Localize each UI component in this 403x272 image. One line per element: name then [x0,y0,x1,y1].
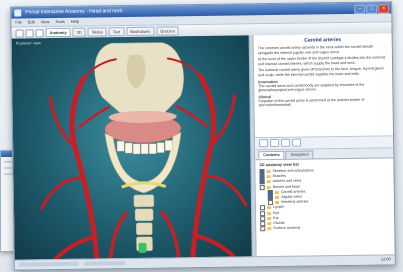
window-controls: – □ × [354,4,390,14]
menu-tools[interactable]: Tools [55,18,64,26]
status-segment [18,261,79,267]
status-clock: 12:00 [380,256,391,262]
tab-illustrations[interactable]: Illustrations [125,26,155,37]
window-title: Primal Interactive Anatomy - Head and ne… [25,8,123,16]
description-paragraph: The external carotid artery gives off br… [258,66,384,78]
description-paragraph: The common carotid artery ascends in the… [257,44,374,55]
app-window: Primal Interactive Anatomy - Head and ne… [10,1,396,271]
tree-title: 3D anatomy view list [259,161,299,168]
tree-item-label: Surface anatomy [273,225,301,231]
copy-icon[interactable] [292,138,302,147]
tab-navigation[interactable]: Navigation [285,150,314,159]
thyroid-gland [138,242,147,253]
checkbox[interactable] [260,226,266,232]
viewer-title: Posterior view [15,40,41,46]
folder-icon [266,175,271,179]
back-icon[interactable] [15,28,24,38]
maximize-button[interactable]: □ [366,4,378,14]
folder-icon [274,190,279,194]
folder-icon [267,222,272,226]
next-icon[interactable] [270,138,280,148]
description-paragraph: At the level of the upper border of the … [257,55,386,67]
prev-icon[interactable] [259,139,269,148]
anatomy-model[interactable] [12,35,252,261]
description-paragraph: The carotid sinus and carotid body are s… [258,82,365,93]
tree-item[interactable]: Surface anatomy [260,224,390,232]
menu-view[interactable]: View [41,18,50,26]
tab-quizzes[interactable]: Quizzes [156,26,179,36]
folder-icon [267,216,272,220]
description-heading: Carotid arteries [304,37,342,44]
menu-edit[interactable]: Edit [28,18,35,26]
tab-3d[interactable]: 3D [72,27,86,37]
tree-item-label: Vertebral arteries [280,199,309,205]
folder-icon [266,170,271,174]
cervical-spine [133,194,155,252]
tab-anatomy[interactable]: Anatomy [45,27,71,38]
description-pane[interactable]: Carotid arteries The common carotid arte… [253,33,394,139]
folder-icon [267,211,272,215]
home-icon[interactable] [35,28,44,37]
tree-rows: Skeleton and articulations Muscles Arterie… [259,167,390,232]
menu-help[interactable]: Help [71,18,79,26]
app-icon [14,9,22,17]
minimize-button[interactable]: – [354,4,366,14]
folder-icon [274,195,279,200]
content-area: Posterior view Carotid arteries The comm… [11,33,395,261]
folder-icon [266,185,271,189]
folder-icon [266,180,271,184]
folder-icon [267,227,272,231]
close-button[interactable]: × [378,4,390,14]
tab-text[interactable]: Text [108,27,125,37]
folder-icon [274,201,279,205]
anatomy-3d-viewer[interactable]: Posterior view [11,35,252,261]
folder-icon [266,206,272,210]
layer-tree: 3D anatomy view list Skeleton and articu… [255,158,394,257]
info-panel: Carotid arteries The common carotid arte… [253,33,395,258]
print-icon[interactable] [281,138,291,147]
status-segment [84,261,125,266]
menu-file[interactable]: File [15,19,22,27]
tab-contents[interactable]: Contents [258,150,285,160]
checkbox[interactable] [259,184,265,190]
forward-icon[interactable] [25,28,34,37]
tab-slides[interactable]: Slides [87,27,107,37]
description-paragraph: Palpation of the carotid pulse is perfor… [258,97,365,108]
